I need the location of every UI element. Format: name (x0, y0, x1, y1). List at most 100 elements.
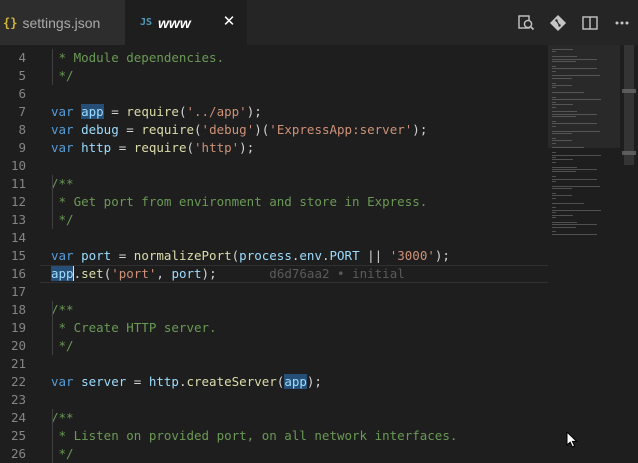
code-text[interactable]: */ (51, 67, 74, 85)
punctuation: ); (434, 248, 450, 263)
line-number: 12 (10, 194, 26, 209)
code-text[interactable]: /** (51, 175, 74, 193)
minimap-line (552, 97, 556, 98)
line-number: 16 (10, 266, 26, 281)
punctuation: ); (239, 140, 255, 155)
code-line[interactable]: 22 var server = http.createServer(app); (0, 373, 548, 391)
minimap-line (552, 178, 597, 180)
comment: */ (51, 446, 74, 461)
minimap-line (552, 121, 556, 122)
code-line[interactable]: 6 (0, 85, 548, 103)
punctuation: = (111, 248, 134, 263)
code-text[interactable]: var server = http.createServer(app); (51, 373, 322, 391)
code-line[interactable]: 12 * Get port from environment and store… (0, 193, 548, 211)
identifier: port (171, 266, 202, 281)
comment: /** (51, 176, 74, 191)
git-commit-icon[interactable] (542, 0, 574, 45)
minimap-line (552, 221, 578, 223)
minimap-line (552, 157, 556, 158)
identifier: debug (81, 122, 119, 137)
function-name: normalizePort (133, 248, 232, 263)
code-line[interactable]: 15 var port = normalizePort(process.env.P… (0, 247, 548, 265)
minimap-line (552, 217, 556, 218)
vertical-scrollbar[interactable] (620, 45, 638, 448)
code-text[interactable]: * Get port from environment and store in… (51, 193, 428, 211)
code-line[interactable]: 18 /** (0, 301, 548, 319)
git-blame-annotation: d6d76aa2 • initial (216, 266, 405, 281)
scrollbar-thumb[interactable] (624, 45, 634, 165)
minimap-line (552, 125, 556, 127)
minimap-line (552, 171, 577, 173)
line-number: 21 (10, 356, 26, 371)
code-line[interactable]: 25 * Listen on provided port, on all net… (0, 427, 548, 445)
js-file-icon: JS (140, 17, 153, 28)
code-line[interactable]: 8 var debug = require('debug')('ExpressAp… (0, 121, 548, 139)
punctuation: = (103, 104, 127, 119)
code-line[interactable]: 21 (0, 355, 548, 373)
punctuation: = (126, 374, 149, 389)
line-number: 6 (18, 86, 26, 101)
code-line[interactable]: 20 */ (0, 337, 548, 355)
line-number: 13 (10, 212, 26, 227)
code-text[interactable]: * Listen on provided port, on all networ… (51, 427, 458, 445)
string-literal: 'ExpressApp:server' (269, 122, 413, 137)
code-line[interactable]: 11 /** (0, 175, 548, 193)
code-line[interactable]: 5 */ (0, 67, 548, 85)
tab-settings-json[interactable]: {} settings.json (0, 0, 125, 45)
line-number: 8 (18, 122, 26, 137)
comment: * Module dependencies. (51, 50, 225, 65)
string-literal: '3000' (389, 248, 435, 263)
punctuation: . (321, 248, 330, 263)
split-editor-icon[interactable] (574, 0, 606, 45)
code-line[interactable]: 24 /** (0, 409, 548, 427)
code-text[interactable]: */ (51, 211, 74, 229)
code-text[interactable]: /** (51, 409, 74, 427)
more-actions-icon[interactable] (606, 0, 638, 45)
minimap-line (552, 99, 601, 101)
minimap-line (552, 70, 556, 72)
open-changes-icon[interactable] (510, 0, 542, 45)
line-number: 25 (10, 428, 26, 443)
minimap-line (552, 166, 578, 168)
code-line[interactable]: 23 (0, 391, 548, 409)
minimap-line (552, 123, 597, 125)
code-line[interactable]: 13 */ (0, 211, 548, 229)
code-text[interactable]: var port = normalizePort(process.env.POR… (51, 247, 450, 265)
code-text[interactable]: var http = require('http'); (51, 139, 254, 157)
code-line[interactable]: 4 * Module dependencies. (0, 49, 548, 67)
punctuation: = (118, 122, 142, 137)
code-text[interactable]: var app = require('../app'); (51, 103, 262, 121)
minimap-line (552, 214, 573, 216)
code-line[interactable]: 9 var http = require('http'); (0, 139, 548, 157)
code-text[interactable]: var debug = require('debug')('ExpressApp… (51, 121, 427, 139)
minimap-line (552, 152, 556, 154)
code-text[interactable]: /** (51, 301, 74, 319)
code-text[interactable]: * Module dependencies. (51, 49, 225, 67)
code-line[interactable]: 19 * Create HTTP server. (0, 319, 548, 337)
tab-www[interactable]: JS www ✕ (125, 0, 247, 45)
code-text[interactable]: */ (51, 337, 74, 355)
minimap[interactable] (548, 45, 620, 448)
punctuation: ); (201, 266, 217, 281)
scrollbar-marker (622, 151, 636, 155)
minimap-line (552, 51, 556, 53)
minimap-line (552, 68, 597, 70)
code-text[interactable]: app.set('port', port); d6d76aa2 • initia… (51, 265, 405, 283)
code-line[interactable]: 16 app.set('port', port); d6d76aa2 • init… (0, 265, 548, 283)
minimap-line (552, 82, 556, 84)
punctuation: , (156, 266, 172, 281)
code-line[interactable]: 10 (0, 157, 548, 175)
tab-label: settings.json (22, 14, 101, 31)
minimap-line (552, 58, 597, 60)
code-line[interactable]: 7 var app = require('../app'); (0, 103, 548, 121)
code-line[interactable]: 17 (0, 283, 548, 301)
close-tab-icon[interactable]: ✕ (221, 13, 237, 29)
code-line[interactable]: 14 (0, 229, 548, 247)
line-number: 20 (10, 338, 26, 353)
line-number: 19 (10, 320, 26, 335)
minimap-line (552, 209, 601, 211)
code-text[interactable]: * Create HTTP server. (51, 319, 217, 337)
code-editor[interactable]: 4 * Module dependencies. 5 */6 7 var app = … (0, 45, 638, 463)
minimap-line (552, 140, 572, 142)
punctuation: || (359, 248, 390, 263)
